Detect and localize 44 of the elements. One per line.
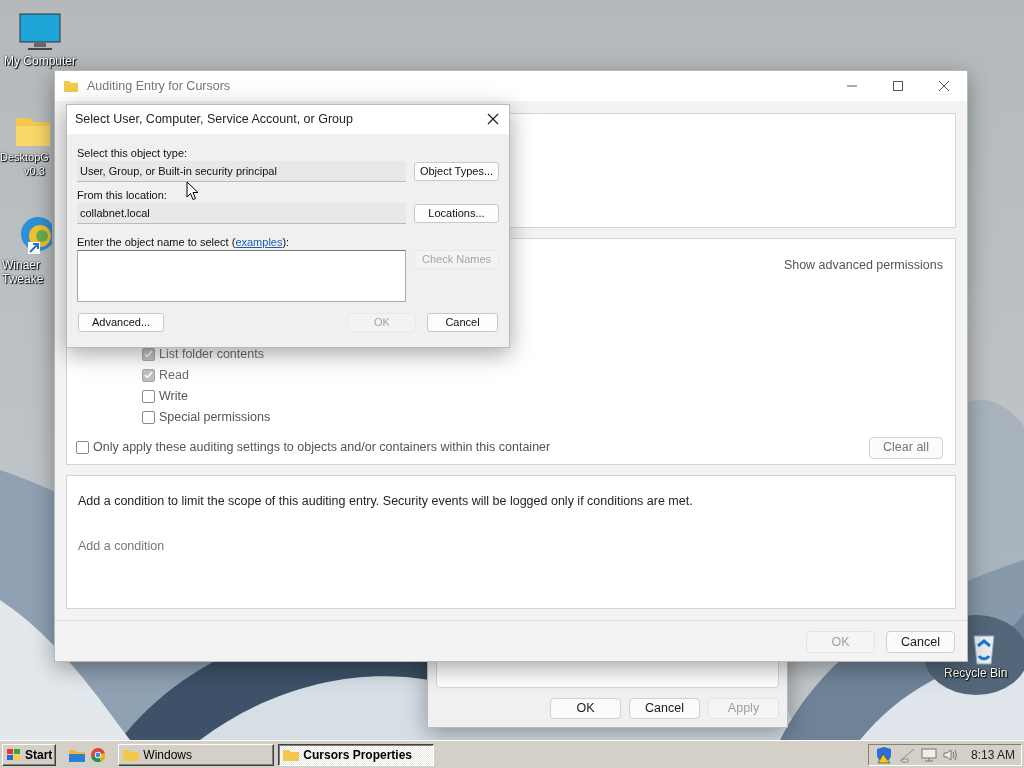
browser-icon[interactable] <box>90 746 107 763</box>
icon-label[interactable]: Recycle Bin <box>944 666 1008 680</box>
checkbox[interactable] <box>76 441 89 455</box>
field-label: Enter the object name to select (examples): <box>77 235 291 250</box>
clock: 8:13 AM <box>970 746 1015 764</box>
checkbox-label: List folder contents <box>159 345 264 363</box>
dialog-button[interactable]: Cancel <box>427 313 498 332</box>
windows-logo-icon <box>6 747 22 762</box>
start-button[interactable]: Start <box>2 743 57 766</box>
dialog-button[interactable]: OK <box>550 698 621 719</box>
checkbox-label: Special permissions <box>159 408 271 426</box>
checkbox[interactable] <box>142 410 155 424</box>
examples-link[interactable]: examples <box>235 236 283 248</box>
shield-icon[interactable] <box>874 745 893 764</box>
add-condition-link[interactable]: Add a condition <box>78 536 165 556</box>
checkbox-label: Read <box>159 366 189 384</box>
speaker-icon[interactable] <box>941 746 958 763</box>
checkbox-label: Write <box>159 387 188 405</box>
mouse-cursor-icon <box>186 181 199 201</box>
monitor-icon[interactable] <box>920 746 937 763</box>
taskbar-button[interactable]: Windows <box>118 743 275 766</box>
object-types-button[interactable]: Object Types... <box>414 162 499 181</box>
checkbox-label: Only apply these auditing settings to objects and/or containers within this container <box>93 439 551 457</box>
read-only-field: collabnet.local <box>77 203 406 224</box>
name-input[interactable] <box>77 250 406 302</box>
recycle-bin-icon[interactable] <box>972 632 996 666</box>
condition-description: Add a condition to limit the scope of this auditing entry. Security events will be logged only if conditions are met. <box>78 493 694 510</box>
advanced-button[interactable]: Advanced... <box>78 313 164 332</box>
window-title: Auditing Entry for Cursors <box>87 77 231 95</box>
clear-all-button[interactable]: Clear all <box>869 436 943 459</box>
dialog-button[interactable]: Cancel <box>629 698 700 719</box>
show-advanced-link[interactable]: Show advanced permissions <box>783 256 943 275</box>
folder-icon <box>122 747 141 762</box>
network-icon[interactable] <box>897 746 916 763</box>
folder-icon <box>63 79 79 93</box>
folder-icon <box>282 747 301 762</box>
field-label: From this location: <box>77 188 167 203</box>
field-label: Select this object type: <box>77 146 188 161</box>
taskbar-button[interactable]: Cursors Properties <box>278 743 435 766</box>
dialog-title: Select User, Computer, Service Account, or Group <box>75 111 353 129</box>
dialog-button[interactable]: Cancel <box>886 631 955 653</box>
checkbox[interactable] <box>142 389 155 403</box>
locations-button[interactable]: Locations... <box>414 204 499 223</box>
read-only-field: User, Group, or Built-in security principal <box>77 161 406 182</box>
